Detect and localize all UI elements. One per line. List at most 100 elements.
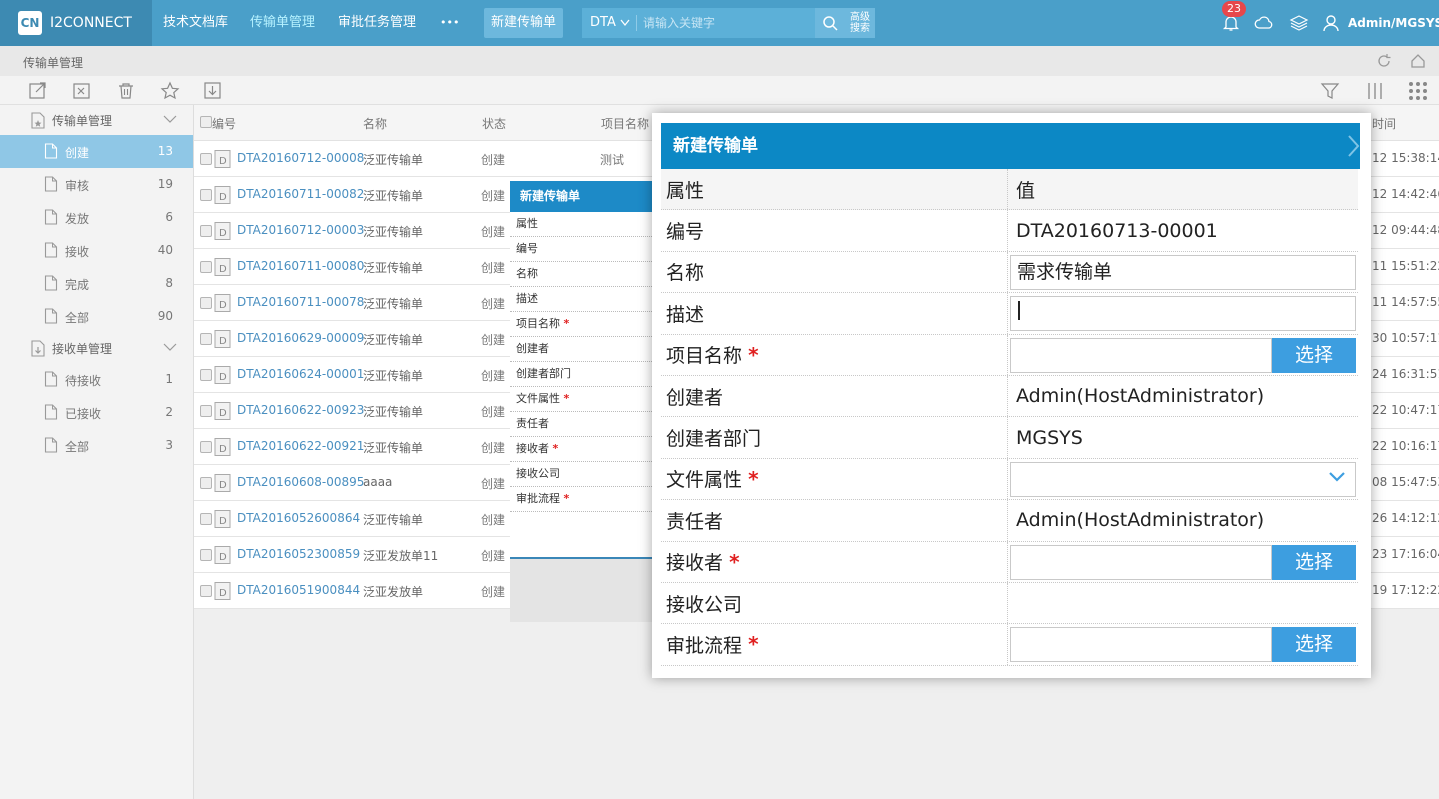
close-icon[interactable] [1348,135,1360,157]
row-code-link[interactable]: DTA20160622-00923 [237,403,364,417]
col-header-time[interactable]: 时间 [1372,115,1396,132]
row-code-link[interactable]: DTA2016051900844 [237,583,360,597]
row-code-link[interactable]: DTA20160629-00009 [237,331,364,345]
search-scope-select[interactable]: DTA [582,15,637,31]
nav-approval-tasks[interactable]: 审批任务管理 [338,0,416,46]
more-menu-icon[interactable]: ••• [440,0,459,46]
sidebar-item[interactable]: 发放 6 [0,201,193,234]
row-code-link[interactable]: DTA20160711-00080 [237,259,364,273]
row-code-link[interactable]: DTA20160711-00078 [237,295,364,309]
dialog-preview-row: 编号 [510,237,660,262]
row-checkbox[interactable] [200,333,212,345]
filter-icon[interactable] [1320,81,1340,101]
sidebar-item[interactable]: 完成 8 [0,267,193,300]
file-d-icon: D [214,150,231,168]
row-checkbox[interactable] [200,585,212,597]
col-header-name[interactable]: 名称 [363,115,387,132]
download-icon[interactable] [203,81,223,101]
dialog-preview-label: 项目名称 [516,317,560,330]
sidebar-item[interactable]: 全部 90 [0,300,193,333]
field-value: MGSYS [1016,426,1083,449]
user-menu[interactable]: Admin/MGSYS [1322,0,1439,46]
excel-icon[interactable] [72,81,92,101]
search-button[interactable] [815,8,845,38]
sidebar-group-transfer[interactable]: 传输单管理 [0,105,193,135]
dialog-preview-row: 接收者 * [510,437,660,462]
col-header-code[interactable]: 编号 [212,115,236,132]
select-all-checkbox[interactable] [200,116,212,128]
brand[interactable]: CN I2CONNECT [0,0,152,46]
sidebar-group-receive[interactable]: 接收单管理 [0,333,193,363]
field-input[interactable]: 需求传输单 [1010,254,1356,290]
row-time: 11 15:51:22 [1372,259,1439,273]
row-checkbox[interactable] [200,225,212,237]
home-icon[interactable] [1410,53,1426,69]
row-checkbox[interactable] [200,477,212,489]
dialog-preview-label: 审批流程 [516,492,560,505]
search-input[interactable] [636,8,815,38]
sidebar-item[interactable]: 待接收 1 [0,363,193,396]
search-icon [823,16,838,31]
field-input[interactable] [1010,627,1272,663]
nav-tech-docs[interactable]: 技术文档库 [163,0,228,46]
select-button[interactable]: 选择 [1272,337,1356,373]
row-status: 创建 [481,333,506,347]
row-code-link[interactable]: DTA2016052300859 [237,547,360,561]
row-code-link[interactable]: DTA20160622-00921 [237,439,364,453]
advanced-search-button[interactable]: 高级 搜索 [845,8,875,38]
row-checkbox[interactable] [200,369,212,381]
cloud-icon[interactable] [1254,13,1274,33]
col-header-project[interactable]: 项目名称 [601,115,649,132]
sidebar-item-label: 全部 [65,311,90,325]
export-icon[interactable] [28,81,48,101]
row-checkbox[interactable] [200,549,212,561]
columns-icon[interactable] [1365,81,1385,101]
sidebar-group-label: 传输单管理 [52,113,113,128]
user-icon [1323,15,1339,32]
layers-icon[interactable] [1289,13,1309,33]
sidebar-item[interactable]: 审核 19 [0,168,193,201]
select-button[interactable]: 选择 [1272,627,1356,663]
dialog-preview-label: 创建者部门 [516,367,571,380]
select-button[interactable]: 选择 [1272,544,1356,580]
delete-icon[interactable] [116,81,136,101]
row-code-link[interactable]: DTA2016052600864 [237,511,360,525]
field-input[interactable] [1010,296,1356,332]
sidebar-item[interactable]: 创建 13 [0,135,193,168]
col-header-status[interactable]: 状态 [482,115,506,132]
refresh-icon[interactable] [1376,53,1392,69]
row-code-link[interactable]: DTA20160712-00003 [237,223,364,237]
row-code-link[interactable]: DTA20160712-00008 [237,151,364,165]
row-checkbox[interactable] [200,261,212,273]
row-code-link[interactable]: DTA20160624-00001 [237,367,364,381]
chevron-down-icon[interactable] [163,114,177,124]
dialog-preview-row: 接收公司 [510,462,660,487]
sidebar-item[interactable]: 接收 40 [0,234,193,267]
chevron-down-icon[interactable] [163,342,177,352]
row-checkbox[interactable] [200,153,212,165]
field-label: 接收公司 [661,582,1008,624]
row-checkbox[interactable] [200,441,212,453]
row-time: 26 14:12:12 [1372,511,1439,525]
new-transfer-button[interactable]: 新建传输单 [484,8,563,38]
row-checkbox[interactable] [200,189,212,201]
row-code-link[interactable]: DTA20160608-00895 [237,475,364,489]
sidebar-item-count: 40 [157,243,173,257]
field-dropdown[interactable] [1010,461,1356,497]
row-checkbox[interactable] [200,297,212,309]
row-code-link[interactable]: DTA20160711-00082 [237,187,364,201]
text-cursor [1018,301,1020,321]
field-input[interactable] [1010,544,1272,580]
nav-transfer-management[interactable]: 传输单管理 [250,0,315,46]
field-value-cell: 选择 [1008,624,1358,664]
star-icon[interactable] [160,81,180,101]
row-checkbox[interactable] [200,513,212,525]
row-checkbox[interactable] [200,405,212,417]
field-input[interactable] [1010,337,1272,373]
sidebar-item[interactable]: 全部 3 [0,429,193,462]
sidebar-item-label: 发放 [65,212,90,226]
form-row: 编号 DTA20160713-00001 [661,210,1358,252]
chevron-down-icon[interactable] [1328,471,1346,483]
grid-icon[interactable] [1408,81,1428,101]
sidebar-item[interactable]: 已接收 2 [0,396,193,429]
